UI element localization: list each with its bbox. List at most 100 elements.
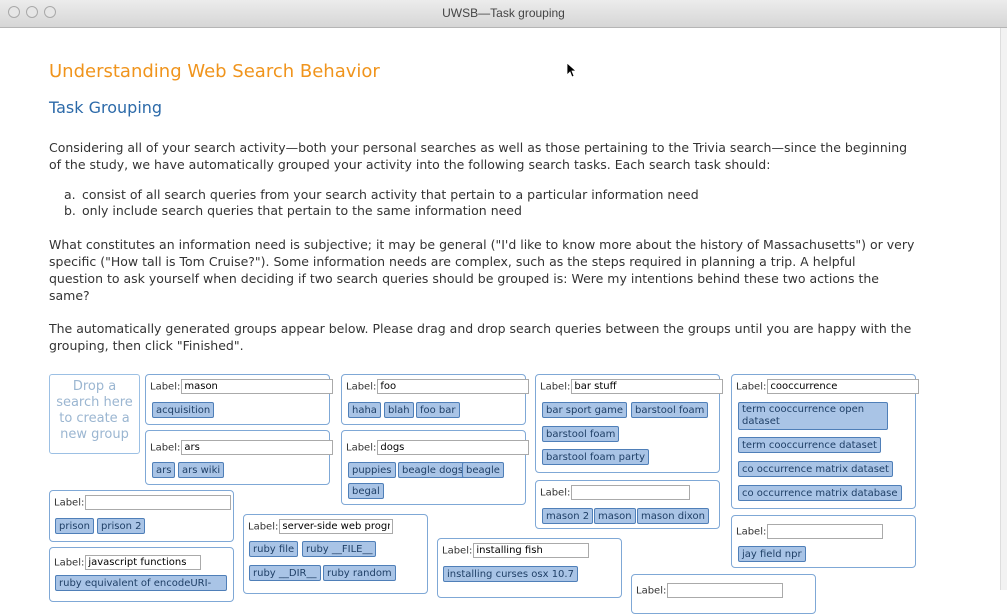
group-label-input[interactable] [377,379,530,394]
group-label-input[interactable] [767,524,884,539]
query-chip[interactable]: begal [348,483,384,499]
group-label-input[interactable] [181,379,334,394]
query-chip[interactable]: bar sport game [542,402,628,418]
query-chip[interactable]: term cooccurrence dataset [738,437,881,453]
group-label-text: Label: [540,381,571,393]
group-label: Label: [150,379,334,394]
list-marker: b. [64,203,76,218]
query-chip[interactable]: ruby file [249,541,299,557]
task-group[interactable]: Label: mason 2 mason mason dixon [535,480,720,529]
intro-line-1: Considering all of your search activity—… [49,140,908,155]
info-line-4: same? [49,288,90,303]
group-label-text: Label: [346,381,377,393]
task-group[interactable]: Label: [631,574,816,614]
group-label-text: Label: [442,545,473,557]
list-item: b. only include search queries that perta… [64,203,699,219]
group-label: Label: [346,440,530,455]
query-chip[interactable]: mason 2 [542,508,594,524]
group-label: Label: [54,555,202,570]
group-label-input[interactable] [181,440,334,455]
new-group-drop-zone[interactable]: Drop a search here to create a new group [49,374,140,454]
task-group[interactable]: Label: haha blah foo bar [341,374,530,425]
query-chip[interactable]: ruby __DIR__ [249,565,321,581]
group-label: Label: [442,543,590,558]
list-item-text: only include search queries that pertain… [82,203,522,218]
query-chip[interactable]: co occurrence matrix dataset [738,461,893,477]
query-chip[interactable]: term cooccurrence open dataset [738,402,888,430]
task-group[interactable]: Label: installing curses osx 10.7 [437,538,622,598]
group-label-input[interactable] [473,543,590,558]
group-label-input[interactable] [571,485,691,500]
query-chip[interactable]: acquisition [152,402,215,418]
list-item-text: consist of all search queries from your … [82,187,699,202]
list-marker: a. [64,187,76,202]
task-group[interactable]: Label: term cooccurrence open dataset te… [731,374,920,509]
vertical-scrollbar[interactable] [1000,28,1007,590]
query-chip[interactable]: ruby random [323,565,396,581]
group-label-text: Label: [54,557,85,569]
window-titlebar: UWSB—Task grouping [0,0,1007,28]
group-label-text: Label: [54,497,85,509]
query-chip[interactable]: prison [55,518,94,534]
task-group[interactable]: Label: ruby file ruby __FILE__ ruby __DI… [243,514,428,594]
group-label-text: Label: [248,521,279,533]
group-label-input[interactable] [377,440,530,455]
query-chip[interactable]: ars [152,462,176,478]
query-chip[interactable]: mason dixon [637,508,709,524]
task-group[interactable]: Label: bar sport game barstool foam bars… [535,374,724,473]
list-item: a. consist of all search queries from you… [64,187,699,203]
section-title: Task Grouping [49,98,163,117]
query-chip[interactable]: barstool foam [542,426,620,442]
group-label-text: Label: [150,381,181,393]
group-label-input[interactable] [279,519,394,534]
query-chip[interactable]: ruby equivalent of encodeURI- [55,575,227,591]
info-line-3: question to ask yourself when deciding i… [49,271,879,286]
query-chip[interactable]: mason [594,508,636,524]
query-chip[interactable]: prison 2 [97,518,146,534]
group-label: Label: [540,485,691,500]
query-chip[interactable]: beagle [462,462,504,478]
group-label-input[interactable] [85,495,232,510]
group-label: Label: [150,440,334,455]
query-chip[interactable]: ruby __FILE__ [302,541,377,557]
group-label-text: Label: [636,585,667,597]
group-label: Label: [636,583,784,598]
group-label: Label: [736,379,920,394]
group-label: Label: [54,495,232,510]
info-line-1: What constitutes an information need is … [49,237,915,252]
query-chip[interactable]: puppies [348,462,396,478]
query-chip[interactable]: barstool foam [631,402,709,418]
task-group[interactable]: Label: ars ars wiki [145,430,334,485]
group-label-text: Label: [736,526,767,538]
query-chip[interactable]: installing curses osx 10.7 [443,566,578,582]
query-chip[interactable]: beagle dogs [398,462,468,478]
query-chip[interactable]: foo bar [416,402,460,418]
group-label-input[interactable] [571,379,724,394]
query-chip[interactable]: blah [384,402,414,418]
task-group[interactable]: Label: puppies beagle dogs beagle begal [341,430,530,505]
instructions-line-2: grouping, then click "Finished". [49,338,244,353]
group-label-text: Label: [540,487,571,499]
window-title: UWSB—Task grouping [442,6,565,20]
task-group[interactable]: Label: acquisition [145,374,334,425]
criteria-list: a. consist of all search queries from you… [64,187,699,219]
query-chip[interactable]: co occurrence matrix database [738,485,902,501]
task-group[interactable]: Label: jay field npr [731,515,916,568]
group-label-input[interactable] [667,583,784,598]
intro-line-2: of the study, we have automatically grou… [49,157,771,172]
group-label-text: Label: [346,442,377,454]
query-chip[interactable]: jay field npr [738,546,806,562]
group-label: Label: [248,519,394,534]
info-line-2: specific ("How tall is Tom Cruise?"). So… [49,254,856,269]
group-label-text: Label: [736,381,767,393]
instructions-line-1: The automatically generated groups appea… [49,321,912,336]
query-chip[interactable]: haha [348,402,381,418]
query-chip[interactable]: barstool foam party [542,449,650,465]
task-group[interactable]: Label: ruby equivalent of encodeURI- [49,547,234,602]
group-label-input[interactable] [767,379,920,394]
task-group[interactable]: Label: prison prison 2 [49,490,234,542]
group-label: Label: [736,524,884,539]
page-title: Understanding Web Search Behavior [49,61,380,82]
group-label-input[interactable] [85,555,202,570]
query-chip[interactable]: ars wiki [178,462,225,478]
